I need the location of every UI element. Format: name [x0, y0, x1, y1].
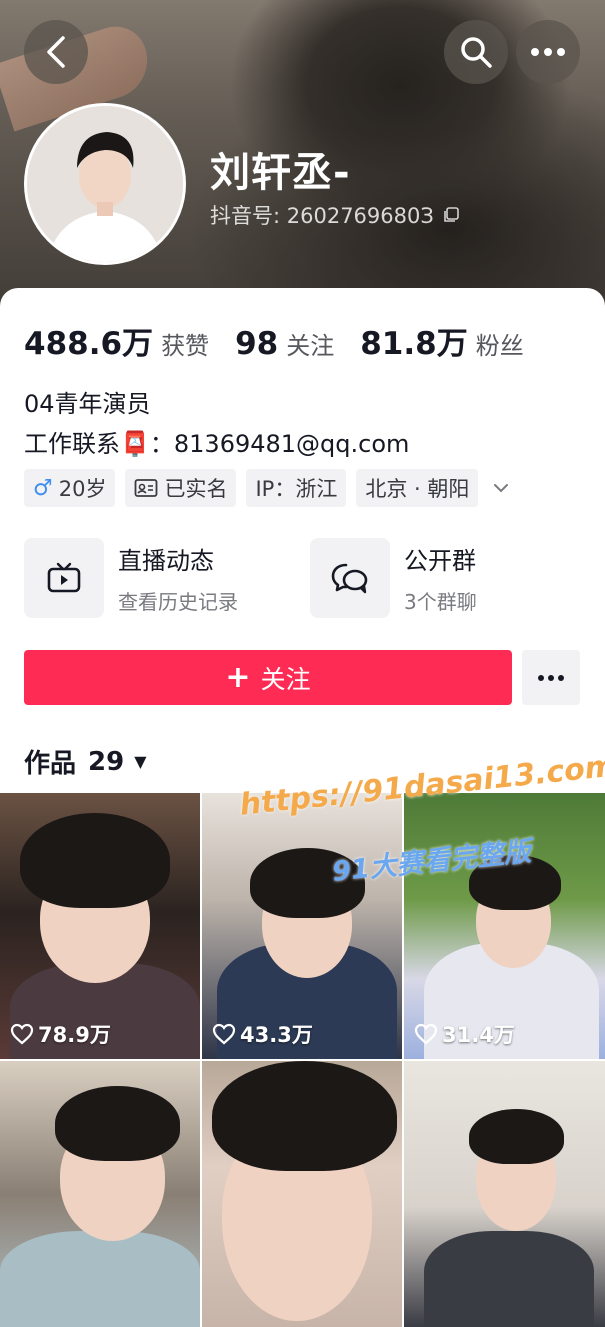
follow-label: 关注	[260, 664, 311, 694]
tag-ip: IP：浙江	[246, 469, 347, 507]
thumb-hair	[55, 1086, 180, 1161]
nickname: 刘轩丞-	[210, 150, 351, 196]
tag-verified: 已实名	[125, 469, 237, 507]
more-options-button[interactable]	[516, 20, 580, 84]
follow-more-button[interactable]	[522, 650, 580, 705]
bio-line-1: 04青年演员	[24, 390, 151, 418]
video-thumbnail[interactable]	[202, 1061, 402, 1327]
heart-icon	[10, 1023, 34, 1045]
mailbox-icon: 📮	[120, 430, 150, 458]
profile-tags: ♂ 20岁 已实名 IP：浙江 北京 · 朝阳	[24, 469, 510, 507]
chevron-down-icon[interactable]	[492, 482, 510, 494]
plus-icon: +	[225, 660, 251, 695]
chevron-left-icon	[47, 36, 65, 68]
tag-location-label: 北京 · 朝阳	[365, 477, 470, 501]
like-count-text: 31.4万	[442, 1023, 515, 1047]
video-grid: 78.9万 43.3万 31.4万	[0, 793, 605, 1327]
thumb-figure	[0, 1231, 200, 1327]
copy-icon[interactable]	[442, 206, 460, 224]
following-count[interactable]: 98	[235, 326, 278, 362]
thumb-hair	[20, 813, 170, 908]
more-dots-icon	[538, 674, 564, 681]
caret-down-icon[interactable]: ▼	[134, 752, 146, 771]
following-label[interactable]: 关注	[286, 326, 334, 361]
thumb-hair	[212, 1061, 397, 1171]
like-count: 31.4万	[414, 1019, 515, 1049]
works-count: 29	[88, 746, 125, 777]
douyin-id-text: 抖音号: 2602769680З	[210, 204, 434, 228]
bio-contact-prefix: 工作联系	[24, 430, 120, 458]
group-title: 公开群	[404, 547, 476, 575]
likes-count: 488.6万	[24, 326, 154, 362]
tag-verified-label: 已实名	[164, 477, 228, 501]
tag-ip-label: IP：浙江	[255, 477, 338, 501]
group-icon-box	[310, 538, 390, 618]
like-count: 78.9万	[10, 1019, 111, 1049]
video-thumbnail[interactable]	[0, 1061, 200, 1327]
follow-button[interactable]: + 关注	[24, 650, 512, 705]
bio-line-2: 工作联系📮：81369481@qq.com	[24, 424, 409, 459]
tag-age-label: 20岁	[58, 477, 107, 501]
followers-count[interactable]: 81.8万	[360, 318, 468, 363]
tag-age: ♂ 20岁	[24, 469, 116, 507]
stats-row: 488.6万 获赞 98 关注 81.8万 粉丝	[24, 318, 550, 363]
live-subtitle: 查看历史记录	[118, 590, 238, 614]
back-button[interactable]	[24, 20, 88, 84]
followers-label[interactable]: 粉丝	[476, 326, 524, 361]
heart-icon	[212, 1023, 236, 1045]
group-subtitle: 3个群聊	[404, 590, 477, 614]
search-icon	[461, 37, 492, 68]
douyin-id[interactable]: 抖音号: 2602769680З	[210, 200, 460, 230]
video-thumbnail[interactable]	[404, 1061, 605, 1327]
chat-icon	[331, 563, 368, 594]
like-count: 43.3万	[212, 1019, 313, 1049]
thumb-hair	[469, 1109, 564, 1164]
like-count-text: 78.9万	[38, 1023, 111, 1047]
search-button[interactable]	[444, 20, 508, 84]
tab-works[interactable]: 作品 29 ▼	[24, 743, 147, 780]
id-card-icon	[135, 479, 158, 497]
likes-label: 获赞	[161, 332, 210, 360]
male-icon: ♂	[33, 475, 53, 501]
live-icon-box	[24, 538, 104, 618]
live-history-entry[interactable]: 直播动态 查看历史记录	[24, 538, 238, 618]
live-title: 直播动态	[118, 547, 214, 575]
avatar[interactable]	[24, 103, 186, 265]
bio-contact-email: ：81369481@qq.com	[149, 430, 410, 458]
works-label: 作品	[24, 749, 77, 779]
video-thumbnail[interactable]: 78.9万	[0, 793, 200, 1059]
thumb-figure	[424, 1231, 594, 1327]
like-count-text: 43.3万	[240, 1023, 313, 1047]
heart-icon	[414, 1023, 438, 1045]
tag-location: 北京 · 朝阳	[356, 469, 479, 507]
video-thumbnail[interactable]: 43.3万	[202, 793, 402, 1059]
tv-icon	[47, 562, 81, 593]
public-group-entry[interactable]: 公开群 3个群聊	[310, 538, 477, 618]
avatar-portrait	[27, 106, 183, 262]
more-dots-icon	[531, 48, 565, 56]
